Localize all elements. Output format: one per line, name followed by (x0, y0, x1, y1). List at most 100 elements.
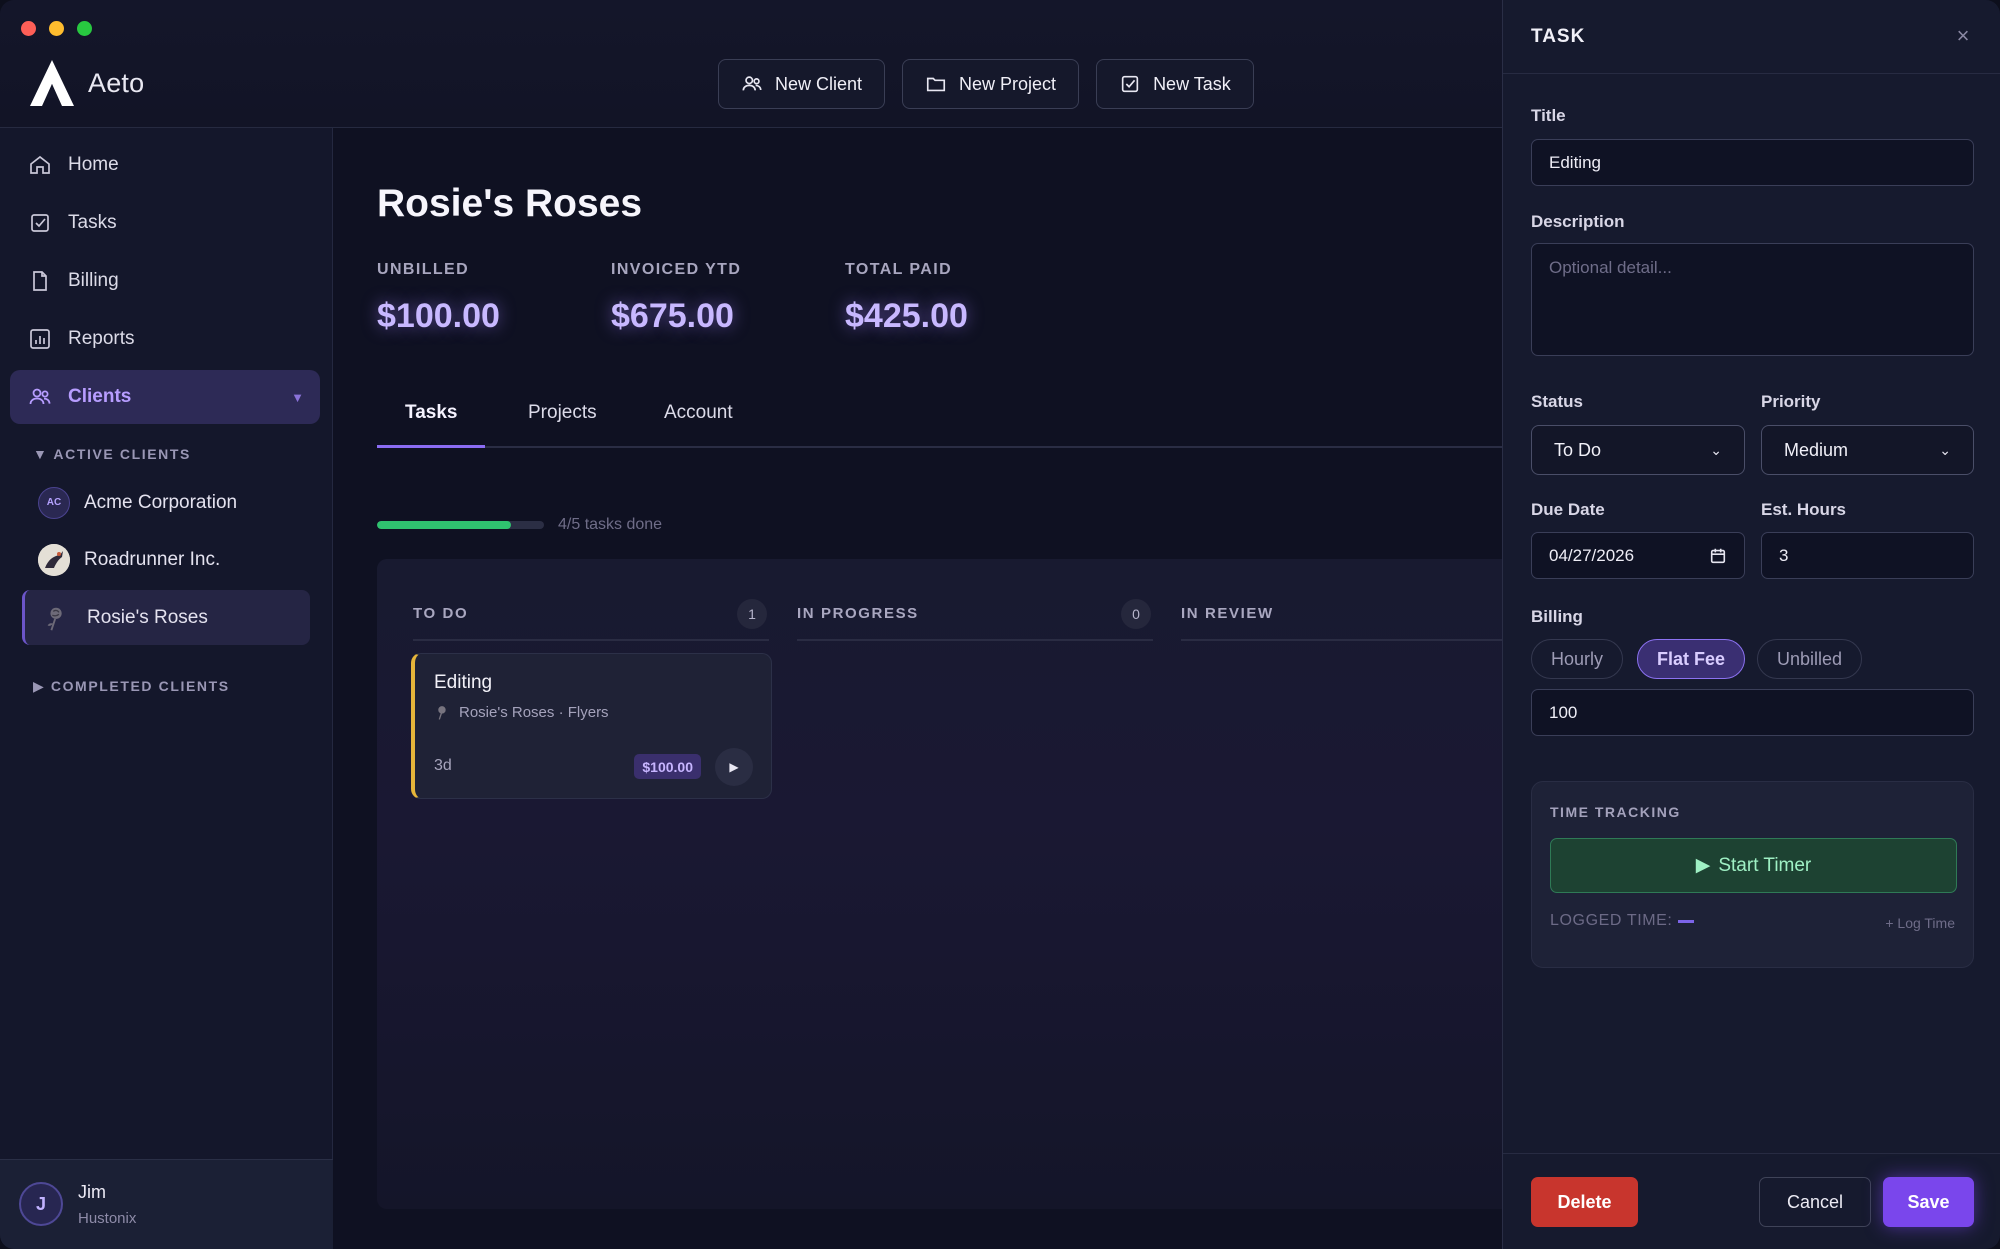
save-button[interactable]: Save (1883, 1177, 1974, 1227)
priority-select[interactable]: Medium ⌄ (1761, 425, 1974, 475)
active-clients-toggle[interactable]: ▼ ACTIVE CLIENTS (33, 446, 191, 462)
app-name: Aeto (88, 67, 145, 98)
task-card-age: 3d (434, 757, 452, 774)
chart-icon (30, 329, 50, 349)
tab-account[interactable]: Account (636, 394, 761, 448)
folder-icon (926, 77, 946, 92)
description-textarea[interactable] (1531, 243, 1974, 356)
status-select[interactable]: To Do ⌄ (1531, 425, 1745, 475)
task-card[interactable]: Editing Rosie's Roses · Flyers 3d $100.0… (411, 653, 772, 799)
column-title: IN PROGRESS (797, 605, 919, 622)
priority-label: Priority (1761, 392, 1821, 411)
billing-unbilled-button[interactable]: Unbilled (1757, 639, 1863, 679)
new-project-button[interactable]: New Project (902, 59, 1080, 109)
status-value: To Do (1554, 439, 1602, 460)
avatar: J (19, 1182, 63, 1226)
new-task-button[interactable]: New Task (1096, 59, 1254, 109)
calendar-icon[interactable] (1709, 547, 1727, 565)
start-timer-label: Start Timer (1718, 854, 1812, 876)
home-icon (30, 155, 50, 174)
progress-fill (377, 521, 511, 529)
play-icon[interactable]: ▶ (715, 748, 753, 786)
logged-time: LOGGED TIME: (1550, 912, 1695, 930)
kanban-board: TO DO 1 IN PROGRESS 0 IN REVIEW Editing … (377, 559, 1502, 1209)
chevron-down-icon[interactable]: ▼ (291, 390, 304, 405)
stat-label: TOTAL PAID (845, 261, 953, 278)
billing-hourly-button[interactable]: Hourly (1531, 639, 1624, 679)
client-item-acme[interactable]: AC Acme Corporation (22, 475, 310, 530)
time-tracking-section: TIME TRACKING ▶ Start Timer LOGGED TIME:… (1531, 781, 1974, 968)
billing-amount-input[interactable]: 100 (1531, 689, 1974, 736)
minimize-window-button[interactable] (49, 21, 64, 36)
stat-label: INVOICED YTD (611, 261, 742, 278)
sidebar: Home Tasks Billing Reports Clients ▼ ▼ A… (0, 128, 333, 1249)
sidebar-item-home[interactable]: Home (10, 138, 320, 192)
column-title: IN REVIEW (1181, 605, 1274, 622)
new-client-button[interactable]: New Client (718, 59, 886, 109)
column-in-progress: IN PROGRESS 0 (797, 599, 1153, 641)
billing-flat-fee-button[interactable]: Flat Fee (1637, 639, 1746, 679)
page-title: Rosie's Roses (377, 182, 643, 225)
cancel-button[interactable]: Cancel (1759, 1177, 1871, 1227)
due-date-value: 04/27/2026 (1549, 545, 1635, 565)
due-date-label: Due Date (1531, 500, 1605, 519)
tab-projects[interactable]: Projects (500, 394, 625, 448)
sidebar-nav: Home Tasks Billing Reports Clients ▼ (10, 138, 320, 428)
stat-label: UNBILLED (377, 261, 470, 278)
client-item-roadrunner[interactable]: Roadrunner Inc. (22, 532, 310, 587)
logged-time-label: LOGGED TIME: (1550, 912, 1673, 929)
sidebar-item-label: Clients (68, 386, 132, 407)
rose-icon (41, 602, 73, 634)
users-icon (742, 76, 762, 91)
title-label: Title (1531, 106, 1566, 125)
new-task-label: New Task (1153, 73, 1231, 94)
column-todo: TO DO 1 (413, 599, 769, 641)
column-count: 1 (737, 599, 767, 629)
client-name: Roadrunner Inc. (84, 548, 221, 570)
stat-value: $100.00 (377, 297, 500, 335)
task-card-title: Editing (434, 672, 493, 693)
aeto-logo-icon (30, 60, 74, 106)
sidebar-item-tasks[interactable]: Tasks (10, 196, 320, 250)
delete-button[interactable]: Delete (1531, 1177, 1638, 1227)
time-tracking-title: TIME TRACKING (1550, 804, 1681, 820)
document-icon (33, 271, 47, 291)
top-bar: Aeto New Client New Project New Task (0, 0, 1502, 128)
user-profile[interactable]: J Jim Hustonix (0, 1159, 333, 1249)
stat-total-paid: TOTAL PAID $425.00 (845, 261, 968, 336)
est-hours-input[interactable]: 3 (1761, 532, 1974, 579)
due-date-input[interactable]: 04/27/2026 (1531, 532, 1745, 579)
progress-bar (377, 521, 544, 529)
client-item-rosies-roses[interactable]: Rosie's Roses (22, 590, 310, 645)
main-content: Rosie's Roses UNBILLED $100.00 INVOICED … (334, 129, 1502, 1249)
app-window: Aeto New Client New Project New Task Hom… (0, 0, 2000, 1249)
tab-tasks[interactable]: Tasks (377, 394, 486, 448)
description-label: Description (1531, 212, 1625, 231)
task-card-fee-badge: $100.00 (634, 754, 701, 779)
stat-unbilled: UNBILLED $100.00 (377, 261, 500, 336)
close-icon[interactable]: × (1953, 25, 1973, 47)
est-hours-label: Est. Hours (1761, 500, 1847, 519)
sidebar-item-clients[interactable]: Clients ▼ (10, 370, 320, 424)
sidebar-item-reports[interactable]: Reports (10, 312, 320, 366)
sidebar-item-label: Reports (68, 328, 135, 349)
task-card-client-project: Rosie's Roses · Flyers (459, 704, 609, 721)
user-name: Jim (78, 1182, 106, 1202)
close-window-button[interactable] (21, 21, 36, 36)
panel-footer: Delete Cancel Save (1503, 1153, 2000, 1249)
log-time-link[interactable]: + Log Time (1885, 915, 1955, 931)
checkbox-icon (1121, 75, 1139, 93)
task-panel: TASK × Title Editing Description Status … (1502, 0, 2000, 1249)
sidebar-item-billing[interactable]: Billing (10, 254, 320, 308)
stat-value: $675.00 (611, 297, 734, 335)
app-logo: Aeto (28, 58, 144, 108)
status-label: Status (1531, 392, 1583, 411)
zoom-window-button[interactable] (77, 21, 92, 36)
start-timer-button[interactable]: ▶ Start Timer (1550, 838, 1957, 893)
sidebar-item-label: Billing (68, 270, 119, 291)
client-tabs: Tasks Projects Account (377, 394, 1502, 448)
title-input[interactable]: Editing (1531, 139, 1974, 186)
chevron-down-icon: ⌄ (1710, 441, 1722, 458)
completed-clients-toggle[interactable]: ▶ COMPLETED CLIENTS (33, 678, 230, 695)
avatar: AC (38, 486, 70, 519)
